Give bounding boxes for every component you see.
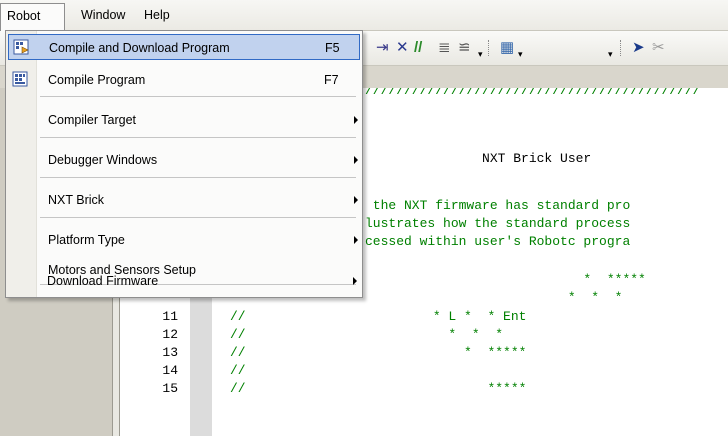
pointer-icon[interactable]: ➤: [632, 39, 645, 57]
toolbar-separator: [620, 40, 622, 56]
submenu-arrow-icon: [353, 277, 357, 285]
format-icon[interactable]: ≌: [458, 39, 471, 57]
menu-item-debugger-windows[interactable]: Debugger Windows: [8, 147, 360, 173]
comment-toggle-icon[interactable]: ✕: [396, 39, 409, 57]
menu-help[interactable]: Help: [144, 8, 170, 22]
code-line: // * L * * Ent: [230, 309, 527, 324]
line-number: 12: [162, 327, 178, 342]
code-line: NXT Brick User: [365, 151, 592, 166]
menu-item-compile-program[interactable]: Compile Program F7: [8, 67, 360, 93]
menu-item-shortcut: F5: [325, 41, 340, 55]
submenu-arrow-icon: [354, 236, 358, 244]
menu-separator: [40, 177, 356, 178]
code-line: cessed within user's Robotc progra: [365, 234, 631, 249]
code-line: lustrates how the standard process: [365, 216, 631, 231]
menu-item-label: Platform Type: [48, 233, 125, 247]
menu-separator: [40, 137, 356, 138]
toolbar-dropdown-icon[interactable]: ▾: [608, 45, 613, 63]
robot-dropdown-menu: Compile and Download Program F5 Compile …: [5, 30, 363, 298]
code-line: ////////////////////////////////////////…: [365, 88, 701, 98]
line-number: 14: [162, 363, 178, 378]
compile-program-icon: [12, 71, 28, 87]
toolbar-separator: [488, 40, 490, 56]
menu-bar: Robot Window Help: [0, 0, 728, 31]
submenu-arrow-icon: [354, 156, 358, 164]
menu-window[interactable]: Window: [81, 8, 125, 22]
menu-item-compile-and-download[interactable]: Compile and Download Program F5: [8, 34, 360, 60]
submenu-arrow-icon: [354, 116, 358, 124]
download-program-icon: [13, 39, 29, 55]
menu-separator: [40, 217, 356, 218]
code-line: // * *****: [230, 345, 527, 360]
code-line: //: [230, 363, 246, 378]
code-line: * * *: [365, 290, 623, 305]
line-number: 11: [162, 309, 178, 324]
download-toolbar-icon[interactable]: ▦: [500, 39, 514, 57]
line-number: 13: [162, 345, 178, 360]
line-number: 15: [162, 381, 178, 396]
toolbar-dropdown-icon[interactable]: ▾: [478, 45, 483, 63]
menu-robot[interactable]: Robot: [0, 3, 65, 31]
code-line: // *****: [230, 381, 527, 396]
menu-item-label: Compiler Target: [48, 113, 137, 127]
menu-item-label: Compile Program: [48, 73, 146, 87]
menu-item-label: Debugger Windows: [48, 153, 158, 167]
disabled-tool-icon: ✂: [652, 39, 665, 56]
code-line: // * * *: [230, 327, 504, 342]
toolbar-dropdown-icon[interactable]: ▾: [518, 45, 523, 63]
menu-item-download-firmware[interactable]: Download Firmware: [7, 268, 359, 294]
indent-icon[interactable]: ⇥: [376, 39, 389, 57]
menu-item-compiler-target[interactable]: Compiler Target: [8, 107, 360, 133]
code-line: * *****: [365, 272, 646, 287]
menu-separator: [40, 96, 356, 97]
menu-item-label: Compile and Download Program: [49, 41, 230, 55]
submenu-arrow-icon: [354, 196, 358, 204]
menu-item-shortcut: F7: [324, 73, 339, 87]
menu-robot-label: Robot: [7, 9, 41, 23]
menu-item-label: Download Firmware: [47, 274, 159, 288]
menu-item-label: NXT Brick: [48, 193, 105, 207]
align-lines-icon[interactable]: ≣: [438, 39, 451, 57]
menu-item-nxt-brick[interactable]: NXT Brick: [8, 187, 360, 213]
comment-icon[interactable]: //: [414, 39, 422, 57]
code-line: the NXT firmware has standard pro: [365, 198, 631, 213]
menu-item-platform-type[interactable]: Platform Type: [8, 227, 360, 253]
